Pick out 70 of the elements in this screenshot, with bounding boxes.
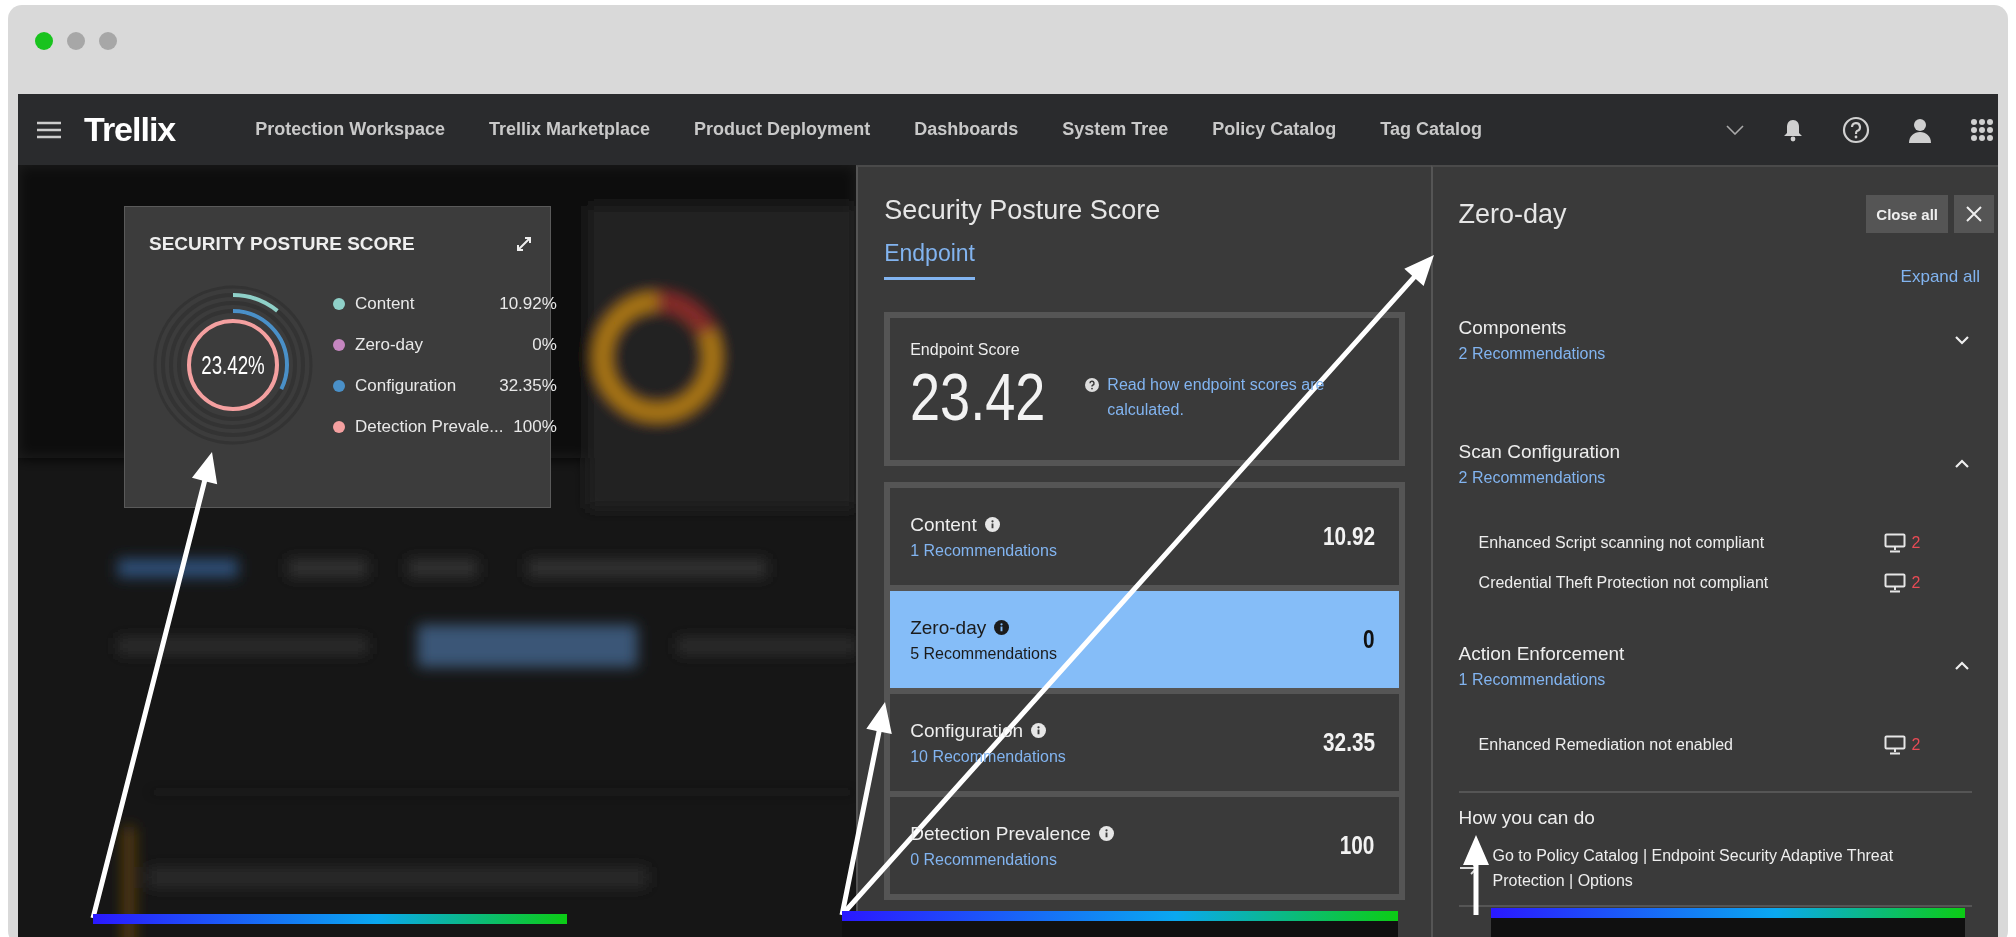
nav-link[interactable]: Tag Catalog xyxy=(1380,119,1482,140)
help-icon[interactable] xyxy=(1842,115,1870,144)
legend-value: 10.92% xyxy=(499,293,557,314)
recommendation-text: Enhanced Remediation not enabled xyxy=(1478,736,1734,754)
user-icon[interactable] xyxy=(1908,116,1932,143)
section-title[interactable]: Scan Configuration xyxy=(1458,441,1621,463)
logo: Trellix xyxy=(84,110,176,149)
score-value: 23.42% xyxy=(201,349,265,381)
category-name: Zero-day xyxy=(910,616,987,639)
nav-link[interactable]: Trellix Marketplace xyxy=(489,119,651,140)
expand-all-link[interactable]: Expand all xyxy=(1900,267,1980,287)
score-value: 23.42 xyxy=(910,359,1046,435)
chevron-up-icon xyxy=(1954,459,1970,469)
panel-title: Zero-day xyxy=(1458,198,1567,230)
recommendations-link[interactable]: 1 Recommendations xyxy=(910,541,1057,560)
legend-label: Configuration xyxy=(355,375,457,396)
category-row[interactable]: Content 1 Recommendations 10.92 xyxy=(890,488,1399,585)
legend-label: Detection Prevale... xyxy=(355,416,504,437)
panel-title: Security Posture Score xyxy=(884,195,1162,226)
monitor-icon xyxy=(1883,735,1906,755)
recommendations-link[interactable]: 1 Recommendations xyxy=(1458,671,1625,689)
recommendations-link[interactable]: 2 Recommendations xyxy=(1458,345,1606,363)
category-row[interactable]: Zero-day 5 Recommendations 0 xyxy=(890,591,1399,688)
nav-link[interactable]: Dashboards xyxy=(914,119,1019,140)
nav-link[interactable]: Product Deployment xyxy=(694,119,871,140)
tab[interactable]: Endpoint xyxy=(884,234,975,280)
category-score: 0 xyxy=(1363,624,1375,655)
chevron-down-icon xyxy=(1954,335,1970,345)
nav-link[interactable]: Policy Catalog xyxy=(1212,119,1337,140)
section-title: How you can do xyxy=(1458,807,1596,829)
score-label: Endpoint Score xyxy=(910,341,1020,358)
monitor-icon xyxy=(1883,573,1906,593)
section-title[interactable]: Components xyxy=(1458,317,1606,339)
legend-value: 32.35% xyxy=(499,375,557,396)
info-icon xyxy=(1031,723,1047,738)
recommendation-text: Credential Theft Protection not compliant xyxy=(1478,574,1770,592)
legend-label: Zero-day xyxy=(355,334,424,355)
category-score: 100 xyxy=(1339,830,1375,861)
info-icon xyxy=(984,517,1000,532)
legend-value: 0% xyxy=(532,334,557,355)
expand-icon[interactable] xyxy=(516,236,532,252)
recommendations-link[interactable]: 2 Recommendations xyxy=(1458,469,1621,487)
how-to-link[interactable]: Go to Policy Catalog | Endpoint Security Adaptive Threat Protection | Options xyxy=(1492,843,1963,893)
info-icon xyxy=(994,620,1010,635)
device-count: 2 xyxy=(1911,574,1921,592)
info-icon xyxy=(1098,826,1114,841)
category-score: 32.35 xyxy=(1322,727,1375,758)
recommendation-text: Enhanced Script scanning not compliant xyxy=(1478,534,1766,552)
bell-icon[interactable] xyxy=(1782,117,1804,142)
section-title[interactable]: Action Enforcement xyxy=(1458,643,1625,665)
chevron-up-icon xyxy=(1954,661,1970,671)
device-count: 2 xyxy=(1911,534,1921,552)
recommendations-link[interactable]: 5 Recommendations xyxy=(910,644,1057,663)
help-icon xyxy=(1085,378,1100,392)
category-score: 10.92 xyxy=(1322,521,1375,552)
card-title: SECURITY POSTURE SCORE xyxy=(149,233,415,255)
close-icon xyxy=(1966,206,1982,222)
monitor-icon xyxy=(1883,533,1906,553)
device-count: 2 xyxy=(1911,736,1921,754)
apps-grid-icon[interactable] xyxy=(1970,117,1994,142)
close-button[interactable] xyxy=(1954,195,1994,233)
chevron-down-icon[interactable] xyxy=(1726,124,1744,135)
legend-label: Content xyxy=(355,293,415,314)
nav-link[interactable]: Protection Workspace xyxy=(255,119,445,140)
close-all-button[interactable]: Close all xyxy=(1866,195,1948,233)
category-name: Content xyxy=(910,513,977,536)
recommendations-link[interactable]: 0 Recommendations xyxy=(910,850,1114,869)
menu-icon[interactable] xyxy=(36,119,62,140)
legend-value: 100% xyxy=(513,416,557,437)
nav-link[interactable]: System Tree xyxy=(1062,119,1169,140)
